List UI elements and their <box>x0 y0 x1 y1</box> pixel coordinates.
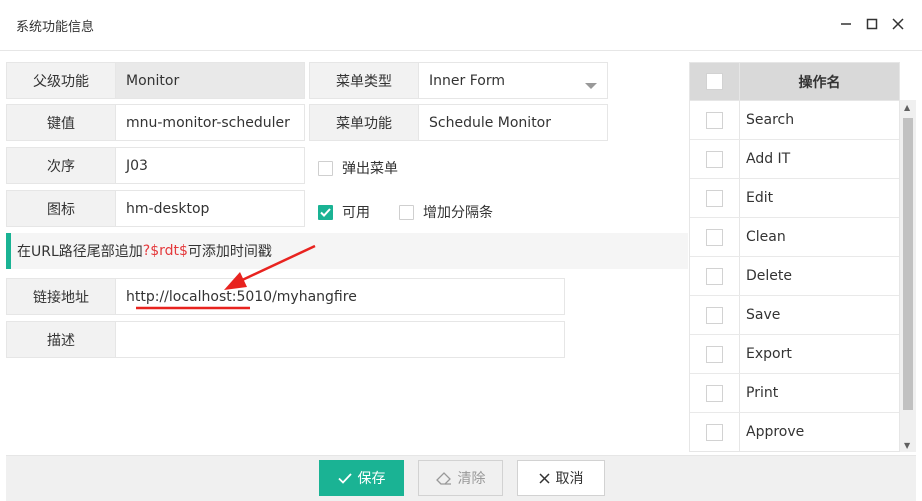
maximize-icon[interactable] <box>862 14 882 34</box>
cancel-button-label: 取消 <box>555 471 584 487</box>
checkbox-icon <box>706 111 723 129</box>
row-action-name: Print <box>746 385 779 401</box>
row-checkbox[interactable] <box>690 413 740 451</box>
url-field[interactable]: http://localhost:5010/myhangfire <box>115 278 565 315</box>
menu-type-select[interactable]: Inner Form <box>418 62 608 99</box>
row-checkbox[interactable] <box>690 335 740 373</box>
enabled-checkbox[interactable]: 可用 <box>318 202 370 222</box>
close-icon <box>538 472 550 484</box>
parent-function-label: 父级功能 <box>6 62 116 99</box>
select-all-checkbox[interactable] <box>690 63 740 100</box>
grid-scrollbar[interactable]: ▲ ▼ <box>900 100 916 452</box>
checkbox-icon <box>706 384 723 402</box>
actions-grid: 操作名 Search Add IT Edit Clean Delete Save Expor… <box>689 62 900 452</box>
checkbox-icon <box>706 150 723 168</box>
grid-row[interactable]: Search <box>690 101 899 140</box>
row-checkbox[interactable] <box>690 140 740 178</box>
tip-highlight: ?$rdt$ <box>142 243 188 259</box>
clear-button-label: 清除 <box>457 471 486 487</box>
description-label: 描述 <box>6 321 116 358</box>
row-checkbox[interactable] <box>690 296 740 334</box>
row-action-name: Approve <box>746 424 805 440</box>
row-action-name: Clean <box>746 229 786 245</box>
grid-row[interactable]: Delete <box>690 257 899 296</box>
checkbox-icon <box>706 73 723 90</box>
dialog-titlebar: 系统功能信息 <box>0 0 922 51</box>
icon-field[interactable]: hm-desktop <box>115 190 305 227</box>
row-action-name: Search <box>746 112 795 128</box>
save-button-label: 保存 <box>357 471 386 487</box>
checkbox-icon <box>318 160 333 176</box>
checkbox-icon <box>706 345 723 363</box>
chevron-down-icon <box>585 78 597 94</box>
save-button[interactable]: 保存 <box>319 460 404 496</box>
checkmark-icon <box>318 204 333 220</box>
check-icon <box>337 472 352 484</box>
close-icon[interactable] <box>888 14 908 34</box>
url-label: 链接地址 <box>6 278 116 315</box>
grid-header: 操作名 <box>690 63 899 101</box>
grid-row[interactable]: Save <box>690 296 899 335</box>
grid-row[interactable]: Clean <box>690 218 899 257</box>
grid-row[interactable]: Edit <box>690 179 899 218</box>
parent-function-field[interactable]: Monitor <box>115 62 305 99</box>
row-action-name: Edit <box>746 190 774 206</box>
tip-prefix: 在URL路径尾部追加 <box>17 244 143 260</box>
row-checkbox[interactable] <box>690 101 740 139</box>
row-action-name: Add IT <box>746 151 791 167</box>
key-label: 键值 <box>6 104 116 141</box>
order-label: 次序 <box>6 147 116 184</box>
add-separator-checkbox[interactable]: 增加分隔条 <box>399 202 493 222</box>
checkbox-icon <box>706 189 723 207</box>
grid-header-name: 操作名 <box>798 74 841 91</box>
menu-function-label: 菜单功能 <box>309 104 419 141</box>
tip-suffix: 可添加时间戳 <box>187 244 272 260</box>
enabled-label: 可用 <box>342 205 370 221</box>
row-action-name: Delete <box>746 268 792 284</box>
row-checkbox[interactable] <box>690 257 740 295</box>
grid-row[interactable]: Print <box>690 374 899 413</box>
checkbox-icon <box>706 306 723 324</box>
grid-row[interactable]: Add IT <box>690 140 899 179</box>
popup-menu-label: 弹出菜单 <box>342 161 398 177</box>
description-field[interactable] <box>115 321 565 358</box>
menu-type-label: 菜单类型 <box>309 62 419 99</box>
checkbox-icon <box>706 267 723 285</box>
key-field[interactable]: mnu-monitor-scheduler <box>115 104 305 141</box>
scroll-up-icon[interactable]: ▲ <box>904 103 910 112</box>
row-action-name: Export <box>746 346 792 362</box>
clear-button[interactable]: 清除 <box>418 460 503 496</box>
row-checkbox[interactable] <box>690 374 740 412</box>
grid-row[interactable]: Export <box>690 335 899 374</box>
dialog-footer: 保存 清除 取消 <box>6 455 916 501</box>
popup-menu-checkbox[interactable]: 弹出菜单 <box>318 158 398 178</box>
icon-label: 图标 <box>6 190 116 227</box>
cancel-button[interactable]: 取消 <box>517 460 605 496</box>
row-checkbox[interactable] <box>690 179 740 217</box>
row-checkbox[interactable] <box>690 218 740 256</box>
row-action-name: Save <box>746 307 781 323</box>
checkbox-icon <box>706 228 723 246</box>
checkbox-icon <box>706 423 723 441</box>
dialog-title: 系统功能信息 <box>16 20 95 35</box>
order-field[interactable]: J03 <box>115 147 305 184</box>
scrollbar-thumb[interactable] <box>903 118 913 410</box>
menu-type-value: Inner Form <box>429 72 505 89</box>
add-separator-label: 增加分隔条 <box>423 205 493 221</box>
eraser-icon <box>435 471 452 485</box>
scroll-down-icon[interactable]: ▼ <box>904 441 910 450</box>
minimize-icon[interactable] <box>836 14 856 34</box>
checkbox-icon <box>399 204 414 220</box>
grid-row[interactable]: Approve <box>690 413 899 451</box>
menu-function-field[interactable]: Schedule Monitor <box>418 104 608 141</box>
url-tip: 在URL路径尾部追加 ?$rdt$ 可添加时间戳 <box>6 233 688 269</box>
